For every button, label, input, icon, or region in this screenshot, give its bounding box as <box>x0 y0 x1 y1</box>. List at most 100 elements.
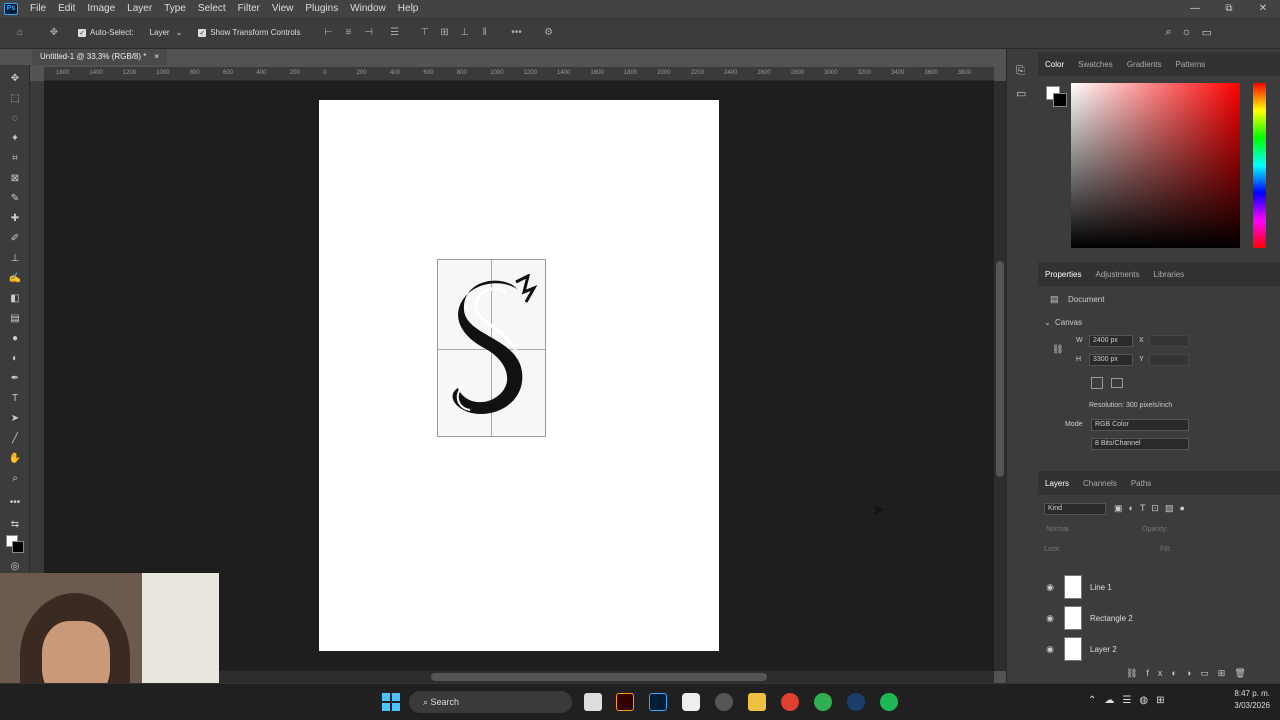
menu-file[interactable]: File <box>24 3 52 14</box>
align-right-icon[interactable]: ⊣ <box>361 27 377 38</box>
marquee-tool-icon[interactable]: ⬚ <box>7 91 23 107</box>
landscape-orientation-icon[interactable] <box>1111 378 1123 388</box>
home-icon[interactable]: ⌂ <box>12 27 28 38</box>
blur-tool-icon[interactable]: ● <box>7 331 23 347</box>
system-tray-icons[interactable]: ⌃☁☰◍⊞ <box>1088 695 1172 706</box>
scroll-thumb[interactable] <box>996 261 1004 477</box>
layer-filter-icons[interactable]: ▣◐T⊡▧● <box>1114 503 1191 514</box>
align-left-icon[interactable]: ⊢ <box>321 27 337 38</box>
comments-icon[interactable]: ▭ <box>1016 87 1026 100</box>
workspace-icon[interactable]: ▭ <box>1202 26 1212 39</box>
menu-plugins[interactable]: Plugins <box>299 3 344 14</box>
illustrator-icon[interactable] <box>616 693 634 711</box>
edit-toolbar-icon[interactable]: ••• <box>7 495 23 511</box>
link-icon[interactable]: ⛓ <box>1052 344 1063 355</box>
document-tab[interactable]: Untitled-1 @ 33,3% (RGB/8) * × <box>32 49 168 65</box>
tab-channels[interactable]: Channels <box>1076 479 1124 488</box>
path-select-icon[interactable]: ➤ <box>7 411 23 427</box>
tab-libraries[interactable]: Libraries <box>1147 270 1192 279</box>
lightbulb-icon[interactable]: ☼ <box>1182 26 1192 39</box>
tab-layers[interactable]: Layers <box>1038 479 1076 488</box>
steam-icon[interactable] <box>847 693 865 711</box>
tab-paths[interactable]: Paths <box>1124 479 1158 488</box>
file-explorer-icon[interactable] <box>748 693 766 711</box>
align-center-icon[interactable]: ≡ <box>341 27 357 38</box>
visibility-eye-icon[interactable]: ◉ <box>1040 613 1060 624</box>
portrait-orientation-icon[interactable] <box>1091 377 1103 389</box>
more-options-button[interactable]: ••• <box>509 27 525 38</box>
history-brush-icon[interactable]: ✍ <box>7 271 23 287</box>
bit-depth-dropdown[interactable]: 8 Bits/Channel <box>1091 438 1189 450</box>
menu-select[interactable]: Select <box>192 3 232 14</box>
brush-tool-icon[interactable]: ✐ <box>7 231 23 247</box>
chrome-icon[interactable] <box>781 693 799 711</box>
x-field[interactable] <box>1149 335 1189 347</box>
dodge-tool-icon[interactable]: ◐ <box>7 351 23 367</box>
type-tool-icon[interactable]: T <box>7 391 23 407</box>
menu-help[interactable]: Help <box>392 3 425 14</box>
capcut-icon[interactable] <box>682 693 700 711</box>
hue-slider[interactable] <box>1253 83 1266 248</box>
move-tool-icon[interactable]: ✥ <box>46 27 62 38</box>
menu-window[interactable]: Window <box>344 3 392 14</box>
photoshop-taskbar-icon[interactable] <box>649 693 667 711</box>
taskview-icon[interactable] <box>584 693 602 711</box>
height-field[interactable]: 3300 px <box>1089 354 1133 366</box>
layer-filter-dropdown[interactable]: Kind <box>1044 503 1106 515</box>
windows-start-icon[interactable] <box>382 693 400 711</box>
layer-actions-icons[interactable]: ⛓fx◐◑▭⊞🗑 <box>1126 668 1255 679</box>
line-tool-icon[interactable]: ╱ <box>7 431 23 447</box>
layer-row[interactable]: ◉ Layer 2 <box>1040 635 1270 663</box>
auto-select-checkbox[interactable]: ✓ Auto-Select: <box>78 28 134 37</box>
zoom-tool-icon[interactable]: ⌕ <box>7 471 23 487</box>
stamp-tool-icon[interactable]: ⊥ <box>7 251 23 267</box>
selected-layer-bounds[interactable] <box>437 259 546 437</box>
menu-edit[interactable]: Edit <box>52 3 81 14</box>
visibility-eye-icon[interactable]: ◉ <box>1040 644 1060 655</box>
menu-image[interactable]: Image <box>81 3 121 14</box>
auto-select-target-dropdown[interactable]: Layer ⌄ <box>150 28 183 37</box>
move-tool-icon[interactable]: ✥ <box>7 71 23 87</box>
tab-adjustments[interactable]: Adjustments <box>1088 270 1146 279</box>
color-picker-field[interactable] <box>1071 83 1240 248</box>
width-field[interactable]: 2400 px <box>1089 335 1133 347</box>
history-icon[interactable]: ⎘ <box>1016 65 1025 78</box>
close-icon[interactable]: × <box>154 49 159 65</box>
mode-dropdown[interactable]: RGB Color <box>1091 419 1189 431</box>
canvas-section-toggle[interactable]: ⌄ <box>1044 318 1051 327</box>
utorrent-icon[interactable] <box>814 693 832 711</box>
obs-icon[interactable] <box>715 693 733 711</box>
magic-wand-icon[interactable]: ✦ <box>7 131 23 147</box>
background-color-swatch[interactable] <box>12 541 24 553</box>
layer-row[interactable]: ◉ Line 1 <box>1040 573 1270 601</box>
crop-tool-icon[interactable]: ⌗ <box>7 151 23 167</box>
menu-layer[interactable]: Layer <box>121 3 158 14</box>
spotify-icon[interactable] <box>880 693 898 711</box>
distribute-horizontal-icon[interactable]: ‖ <box>477 27 493 38</box>
distribute-icon[interactable]: ☰ <box>387 27 403 38</box>
restore-button[interactable]: ⧉ <box>1212 0 1246 17</box>
tab-swatches[interactable]: Swatches <box>1071 60 1120 69</box>
lasso-tool-icon[interactable]: ◌ <box>7 111 23 127</box>
gear-icon[interactable]: ⚙ <box>541 27 557 38</box>
layer-row[interactable]: ◉ Rectangle 2 <box>1040 604 1270 632</box>
close-button[interactable]: ✕ <box>1246 0 1280 17</box>
pen-tool-icon[interactable]: ✒ <box>7 371 23 387</box>
eraser-icon[interactable]: ◧ <box>7 291 23 307</box>
eyedropper-icon[interactable]: ✎ <box>7 191 23 207</box>
taskbar-search[interactable]: ⌕ Search <box>409 691 572 713</box>
tab-patterns[interactable]: Patterns <box>1169 60 1213 69</box>
menu-type[interactable]: Type <box>158 3 192 14</box>
background-color-swatch[interactable] <box>1053 93 1067 107</box>
menu-filter[interactable]: Filter <box>232 3 266 14</box>
menu-view[interactable]: View <box>266 3 300 14</box>
y-field[interactable] <box>1149 354 1189 366</box>
minimize-button[interactable]: — <box>1178 0 1212 17</box>
tab-properties[interactable]: Properties <box>1038 270 1088 279</box>
visibility-eye-icon[interactable]: ◉ <box>1040 582 1060 593</box>
frame-tool-icon[interactable]: ⊠ <box>7 171 23 187</box>
align-bottom-icon[interactable]: ⊥ <box>457 27 473 38</box>
tab-gradients[interactable]: Gradients <box>1120 60 1169 69</box>
show-transform-checkbox[interactable]: ✓ Show Transform Controls <box>198 28 301 37</box>
gradient-tool-icon[interactable]: ▤ <box>7 311 23 327</box>
